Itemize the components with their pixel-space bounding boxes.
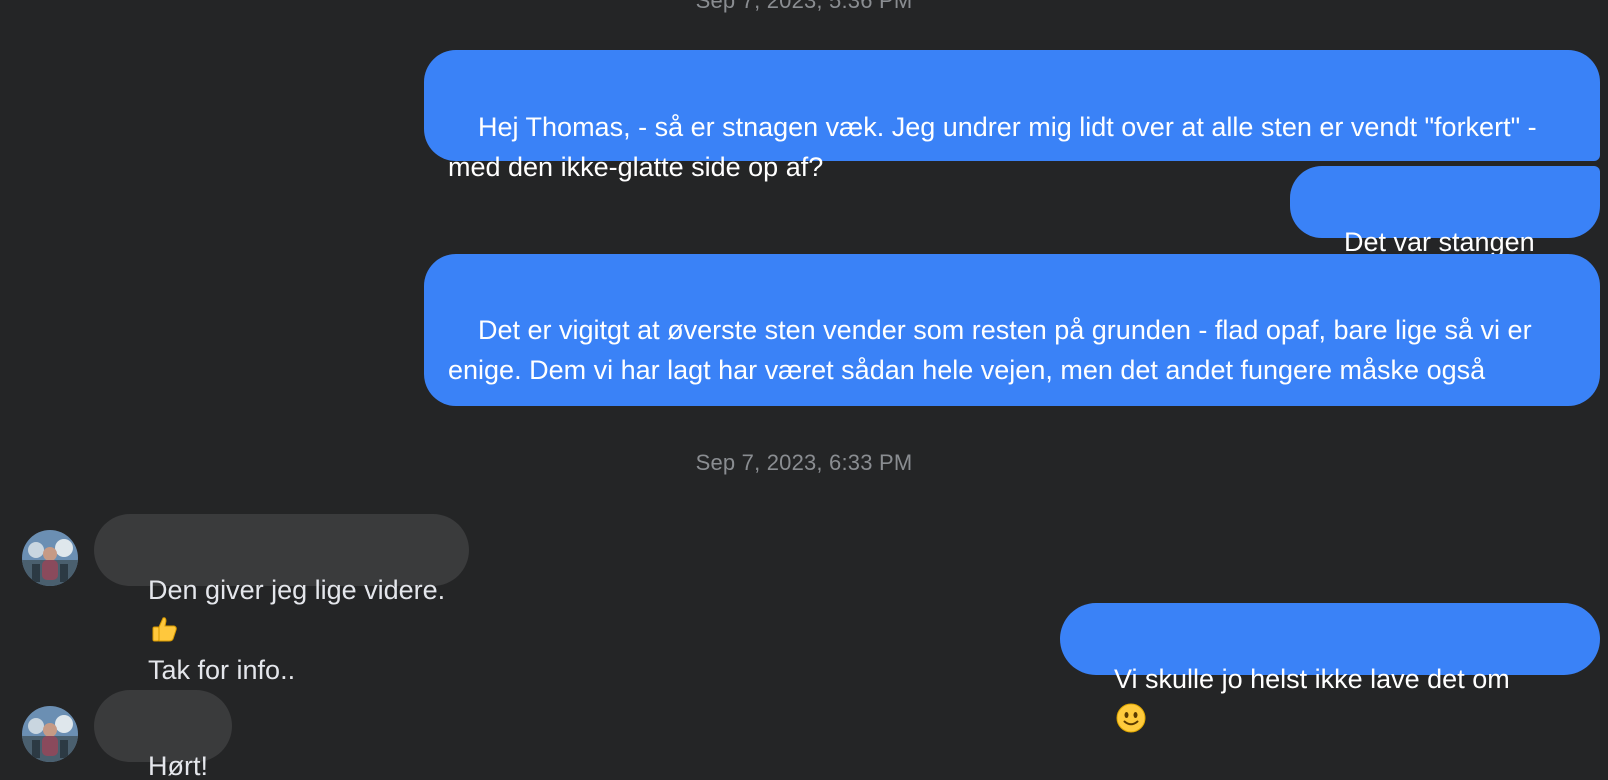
avatar[interactable]	[22, 530, 78, 586]
avatar[interactable]	[22, 706, 78, 762]
incoming-message[interactable]: Hørt!	[94, 690, 233, 780]
outgoing-message[interactable]: Det var stangen	[1290, 166, 1600, 296]
contact-photo-icon	[22, 530, 78, 586]
thumbs-up-icon	[152, 617, 177, 642]
message-text: Tak for info..	[148, 655, 296, 685]
message-timestamp: Sep 7, 2023, 6:33 PM	[695, 450, 913, 475]
message-text: Vi skulle jo helst ikke lave det om	[1114, 664, 1510, 694]
outgoing-message[interactable]: Det er vigitgt at øverste sten vender so…	[424, 254, 1600, 406]
contact-photo-icon	[22, 706, 78, 762]
message-text: Hørt!	[148, 751, 209, 780]
message-text: Den giver jeg lige videre.	[148, 575, 446, 605]
slightly-smiling-face-icon	[1116, 703, 1146, 733]
message-thread: Sep 7, 2023, 5:36 PM Hej Thomas, - så er…	[0, 0, 1608, 780]
message-text: Det er vigitgt at øverste sten vender so…	[448, 315, 1540, 385]
message-timestamp: Sep 7, 2023, 5:36 PM	[695, 0, 913, 13]
message-text: Det var stangen	[1344, 227, 1535, 257]
outgoing-message[interactable]: Hej Thomas, - så er stnagen væk. Jeg und…	[424, 50, 1600, 182]
outgoing-message[interactable]: Vi skulle jo helst ikke lave det om	[1060, 603, 1600, 733]
incoming-message[interactable]: Den giver jeg lige videre. Tak for info.…	[94, 514, 470, 685]
